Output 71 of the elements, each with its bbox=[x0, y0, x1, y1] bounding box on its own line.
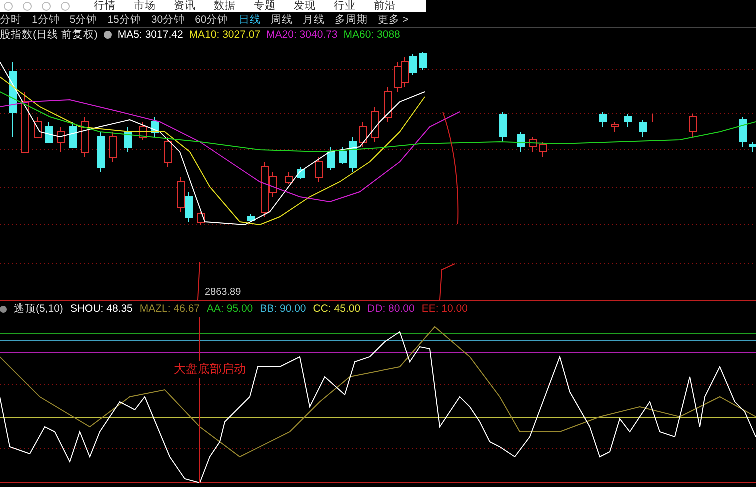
candlestick bbox=[624, 114, 632, 128]
menu-item[interactable]: 资讯 bbox=[174, 0, 196, 12]
menu-item[interactable]: 专题 bbox=[254, 0, 276, 12]
candlestick bbox=[46, 122, 54, 144]
menu-item[interactable]: 发现 bbox=[294, 0, 316, 12]
chart-title: 股指数(日线 前复权) bbox=[0, 28, 98, 42]
candlestick bbox=[110, 132, 118, 162]
candlestick bbox=[740, 116, 748, 148]
candlestick bbox=[22, 92, 30, 154]
indicator-title: 逃顶(5,10) bbox=[14, 302, 64, 316]
indicator-value: SHOU: 48.35 bbox=[70, 303, 133, 315]
candlestick bbox=[298, 166, 306, 180]
period-tab[interactable]: 更多 > bbox=[378, 12, 409, 26]
period-tab[interactable]: 分时 bbox=[0, 12, 22, 26]
candlestick bbox=[530, 136, 538, 152]
candlestick bbox=[500, 112, 508, 142]
period-tab[interactable]: 1分钟 bbox=[32, 12, 60, 26]
indicator-value: MAZL: 46.67 bbox=[140, 303, 200, 315]
candlestick bbox=[518, 132, 526, 152]
menu-item[interactable]: 行业 bbox=[334, 0, 356, 12]
candlestick bbox=[360, 122, 368, 148]
candlestick bbox=[140, 122, 148, 140]
candlestick bbox=[286, 172, 294, 184]
candlestick bbox=[384, 86, 392, 122]
low-price-label: 2863.89 bbox=[205, 287, 242, 298]
candlestick bbox=[198, 212, 206, 226]
candlestick bbox=[248, 214, 256, 222]
period-tab[interactable]: 30分钟 bbox=[151, 12, 186, 26]
candlestick bbox=[612, 122, 620, 132]
period-tab[interactable]: 5分钟 bbox=[70, 12, 98, 26]
indicator-value: CC: 45.00 bbox=[313, 303, 361, 315]
candlestick bbox=[70, 122, 78, 148]
indicator-value: BB: 90.00 bbox=[260, 303, 306, 315]
indicator-value: DD: 80.00 bbox=[368, 303, 415, 315]
candlestick bbox=[420, 52, 428, 70]
candlestick bbox=[316, 156, 324, 182]
period-tab[interactable]: 15分钟 bbox=[108, 12, 142, 26]
candlestick bbox=[372, 106, 380, 142]
candlestick bbox=[152, 116, 160, 138]
candlestick bbox=[350, 136, 358, 172]
annotation-text: 大盘底部启动 bbox=[174, 361, 246, 378]
candlestick bbox=[340, 146, 348, 164]
candlestick bbox=[600, 112, 608, 128]
candlestick bbox=[750, 142, 756, 152]
candlestick bbox=[540, 142, 548, 158]
moving-average-value: MA60: 3088 bbox=[344, 29, 400, 41]
period-tab[interactable]: 多周期 bbox=[334, 12, 368, 26]
moving-average-value: MA20: 3040.73 bbox=[266, 29, 338, 41]
moving-average-value: MA10: 3027.07 bbox=[189, 29, 261, 41]
indicator-value: EE: 10.00 bbox=[422, 303, 468, 315]
period-tab[interactable]: 月线 bbox=[302, 12, 325, 26]
period-tab[interactable]: 日线 bbox=[238, 12, 261, 26]
candlestick bbox=[690, 114, 698, 138]
candlestick bbox=[164, 136, 172, 168]
candlestick bbox=[328, 146, 336, 170]
candlestick bbox=[34, 116, 42, 138]
candlestick bbox=[82, 116, 90, 158]
candlestick bbox=[58, 126, 66, 152]
candlestick bbox=[98, 132, 106, 172]
signal-line bbox=[198, 262, 200, 300]
candlestick bbox=[640, 120, 648, 138]
menu-item[interactable]: 前沿 bbox=[374, 0, 396, 12]
candlestick bbox=[652, 114, 654, 122]
menu-item[interactable]: 数据 bbox=[214, 0, 236, 12]
period-tab[interactable]: 周线 bbox=[270, 12, 293, 26]
menu-item[interactable]: 行情 bbox=[94, 0, 116, 12]
candlestick bbox=[124, 126, 132, 152]
period-tab[interactable]: 60分钟 bbox=[195, 12, 229, 26]
menu-item[interactable]: 市场 bbox=[134, 0, 156, 12]
moving-average-value: MA5: 3017.42 bbox=[118, 29, 184, 41]
indicator-value: AA: 95.00 bbox=[207, 303, 254, 315]
